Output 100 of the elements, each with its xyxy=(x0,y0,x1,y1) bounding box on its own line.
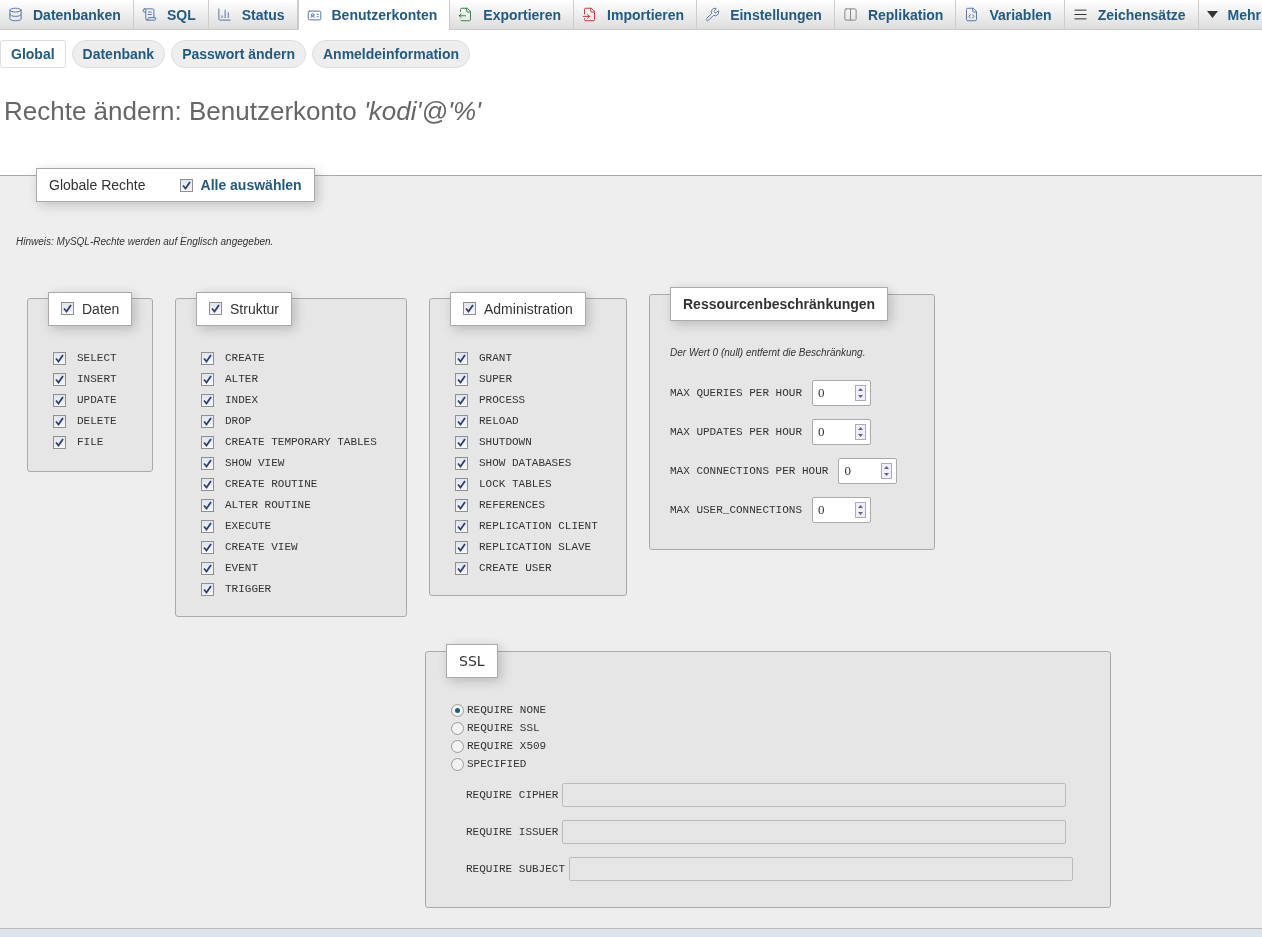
checkbox[interactable] xyxy=(201,435,214,449)
checkbox[interactable] xyxy=(179,178,193,192)
privilege-label: CREATE xyxy=(225,352,265,364)
checkbox[interactable] xyxy=(455,456,468,470)
checkbox[interactable] xyxy=(455,414,468,428)
privilege-label: REFERENCES xyxy=(479,499,545,511)
checkbox[interactable] xyxy=(201,414,214,428)
spinner-icon xyxy=(881,463,893,479)
privilege-label: CREATE ROUTINE xyxy=(225,478,318,490)
checkbox[interactable] xyxy=(455,372,468,386)
privilege-label: INSERT xyxy=(77,373,117,385)
option-label: REQUIRE NONE xyxy=(467,704,547,716)
spinner-icon xyxy=(855,424,867,440)
checkbox[interactable] xyxy=(201,393,214,407)
sub-tab[interactable]: Global xyxy=(0,40,66,68)
checkbox[interactable] xyxy=(455,477,468,491)
group-title: Administration xyxy=(484,300,573,317)
select-all-link[interactable]: Alle auswählen xyxy=(200,177,302,193)
privilege-label: LOCK TABLES xyxy=(479,478,552,490)
nav-tab[interactable]: Benutzerkonten xyxy=(297,0,451,30)
wrench-icon xyxy=(705,7,721,22)
nav-tab[interactable]: SQL xyxy=(133,0,209,29)
database-icon xyxy=(8,7,23,22)
radio-button[interactable] xyxy=(451,703,464,717)
privilege-label: DELETE xyxy=(77,415,117,427)
privilege-label: SHUTDOWN xyxy=(479,436,532,448)
checkbox[interactable] xyxy=(455,351,468,365)
sub-tab[interactable]: Datenbank xyxy=(71,40,166,68)
group-title: Struktur xyxy=(230,300,279,317)
checkbox[interactable] xyxy=(463,302,476,315)
import-icon xyxy=(582,7,598,22)
option-label: SPECIFIED xyxy=(467,758,527,770)
scroll-icon xyxy=(141,7,157,22)
lines-icon xyxy=(1072,7,1088,22)
code-file-icon xyxy=(964,7,980,22)
nav-tab[interactable]: Importieren xyxy=(574,0,698,29)
number-field[interactable]: 0 xyxy=(812,497,872,523)
radio-button[interactable] xyxy=(451,739,464,753)
privilege-label: SELECT xyxy=(77,352,117,364)
checkbox[interactable] xyxy=(455,519,468,533)
privilege-label: INDEX xyxy=(225,394,258,406)
checkbox[interactable] xyxy=(61,302,74,315)
checkbox[interactable] xyxy=(53,435,66,449)
sub-tab[interactable]: Anmeldeinformation xyxy=(311,40,471,68)
checkbox[interactable] xyxy=(455,498,468,512)
nav-tab[interactable]: Variablen xyxy=(956,0,1065,29)
checkbox[interactable] xyxy=(201,456,214,470)
privilege-label: REPLICATION SLAVE xyxy=(479,541,592,553)
checkbox[interactable] xyxy=(201,582,214,596)
checkbox[interactable] xyxy=(209,302,222,315)
nav-tab[interactable]: Mehr xyxy=(1198,0,1262,29)
limit-label: MAX QUERIES PER HOUR xyxy=(670,387,803,399)
limit-label: MAX USER_CONNECTIONS xyxy=(670,504,803,516)
option-label: REQUIRE SSL xyxy=(467,722,540,734)
privilege-label: DROP xyxy=(225,415,252,427)
radio-button[interactable] xyxy=(451,721,464,735)
checkbox[interactable] xyxy=(201,561,214,575)
privilege-label: TRIGGER xyxy=(225,583,272,595)
checkbox[interactable] xyxy=(455,435,468,449)
legend-title: Ressourcenbeschränkungen xyxy=(683,296,876,312)
privilege-label: SUPER xyxy=(479,373,512,385)
field-label: REQUIRE ISSUER xyxy=(466,825,559,838)
nav-tab[interactable]: Replikation xyxy=(834,0,957,29)
hint-text: Hinweis: MySQL-Rechte werden auf Englisch angegeben. xyxy=(16,236,275,247)
nav-tab[interactable]: Exportieren xyxy=(450,0,575,29)
checkbox[interactable] xyxy=(201,477,214,491)
text-field[interactable] xyxy=(569,856,1074,881)
number-field[interactable]: 0 xyxy=(812,380,872,406)
checkbox[interactable] xyxy=(455,540,468,554)
nav-tab[interactable]: Datenbanken xyxy=(0,0,134,29)
checkbox[interactable] xyxy=(201,498,214,512)
checkbox[interactable] xyxy=(201,540,214,554)
nav-tab[interactable]: Zeichensätze xyxy=(1064,0,1199,29)
text-field[interactable] xyxy=(562,782,1067,807)
page-title: Rechte ändern: Benutzerkonto 'kodi'@'%' xyxy=(4,96,483,127)
checkbox[interactable] xyxy=(53,393,66,407)
field-label: REQUIRE CIPHER xyxy=(466,788,559,801)
radio-button[interactable] xyxy=(451,757,464,771)
privilege-label: CREATE USER xyxy=(479,562,552,574)
sub-tab[interactable]: Passwort ändern xyxy=(171,40,306,68)
checkbox[interactable] xyxy=(455,393,468,407)
checkbox[interactable] xyxy=(53,372,66,386)
checkbox[interactable] xyxy=(201,372,214,386)
id-card-icon xyxy=(306,7,322,23)
number-field[interactable]: 0 xyxy=(812,419,872,445)
number-field[interactable]: 0 xyxy=(838,458,898,484)
nav-tab[interactable]: Status xyxy=(208,0,298,29)
checkbox[interactable] xyxy=(455,561,468,575)
privilege-label: EXECUTE xyxy=(225,520,272,532)
text-field[interactable] xyxy=(562,819,1067,844)
checkbox[interactable] xyxy=(53,351,66,365)
checkbox[interactable] xyxy=(53,414,66,428)
group-title: Daten xyxy=(82,300,120,317)
privilege-label: ALTER xyxy=(225,373,258,385)
checkbox[interactable] xyxy=(201,351,214,365)
checkbox[interactable] xyxy=(201,519,214,533)
spinner-icon xyxy=(855,385,867,401)
privilege-label: UPDATE xyxy=(77,394,117,406)
privilege-label: CREATE VIEW xyxy=(225,541,298,553)
nav-tab[interactable]: Einstellungen xyxy=(697,0,835,29)
